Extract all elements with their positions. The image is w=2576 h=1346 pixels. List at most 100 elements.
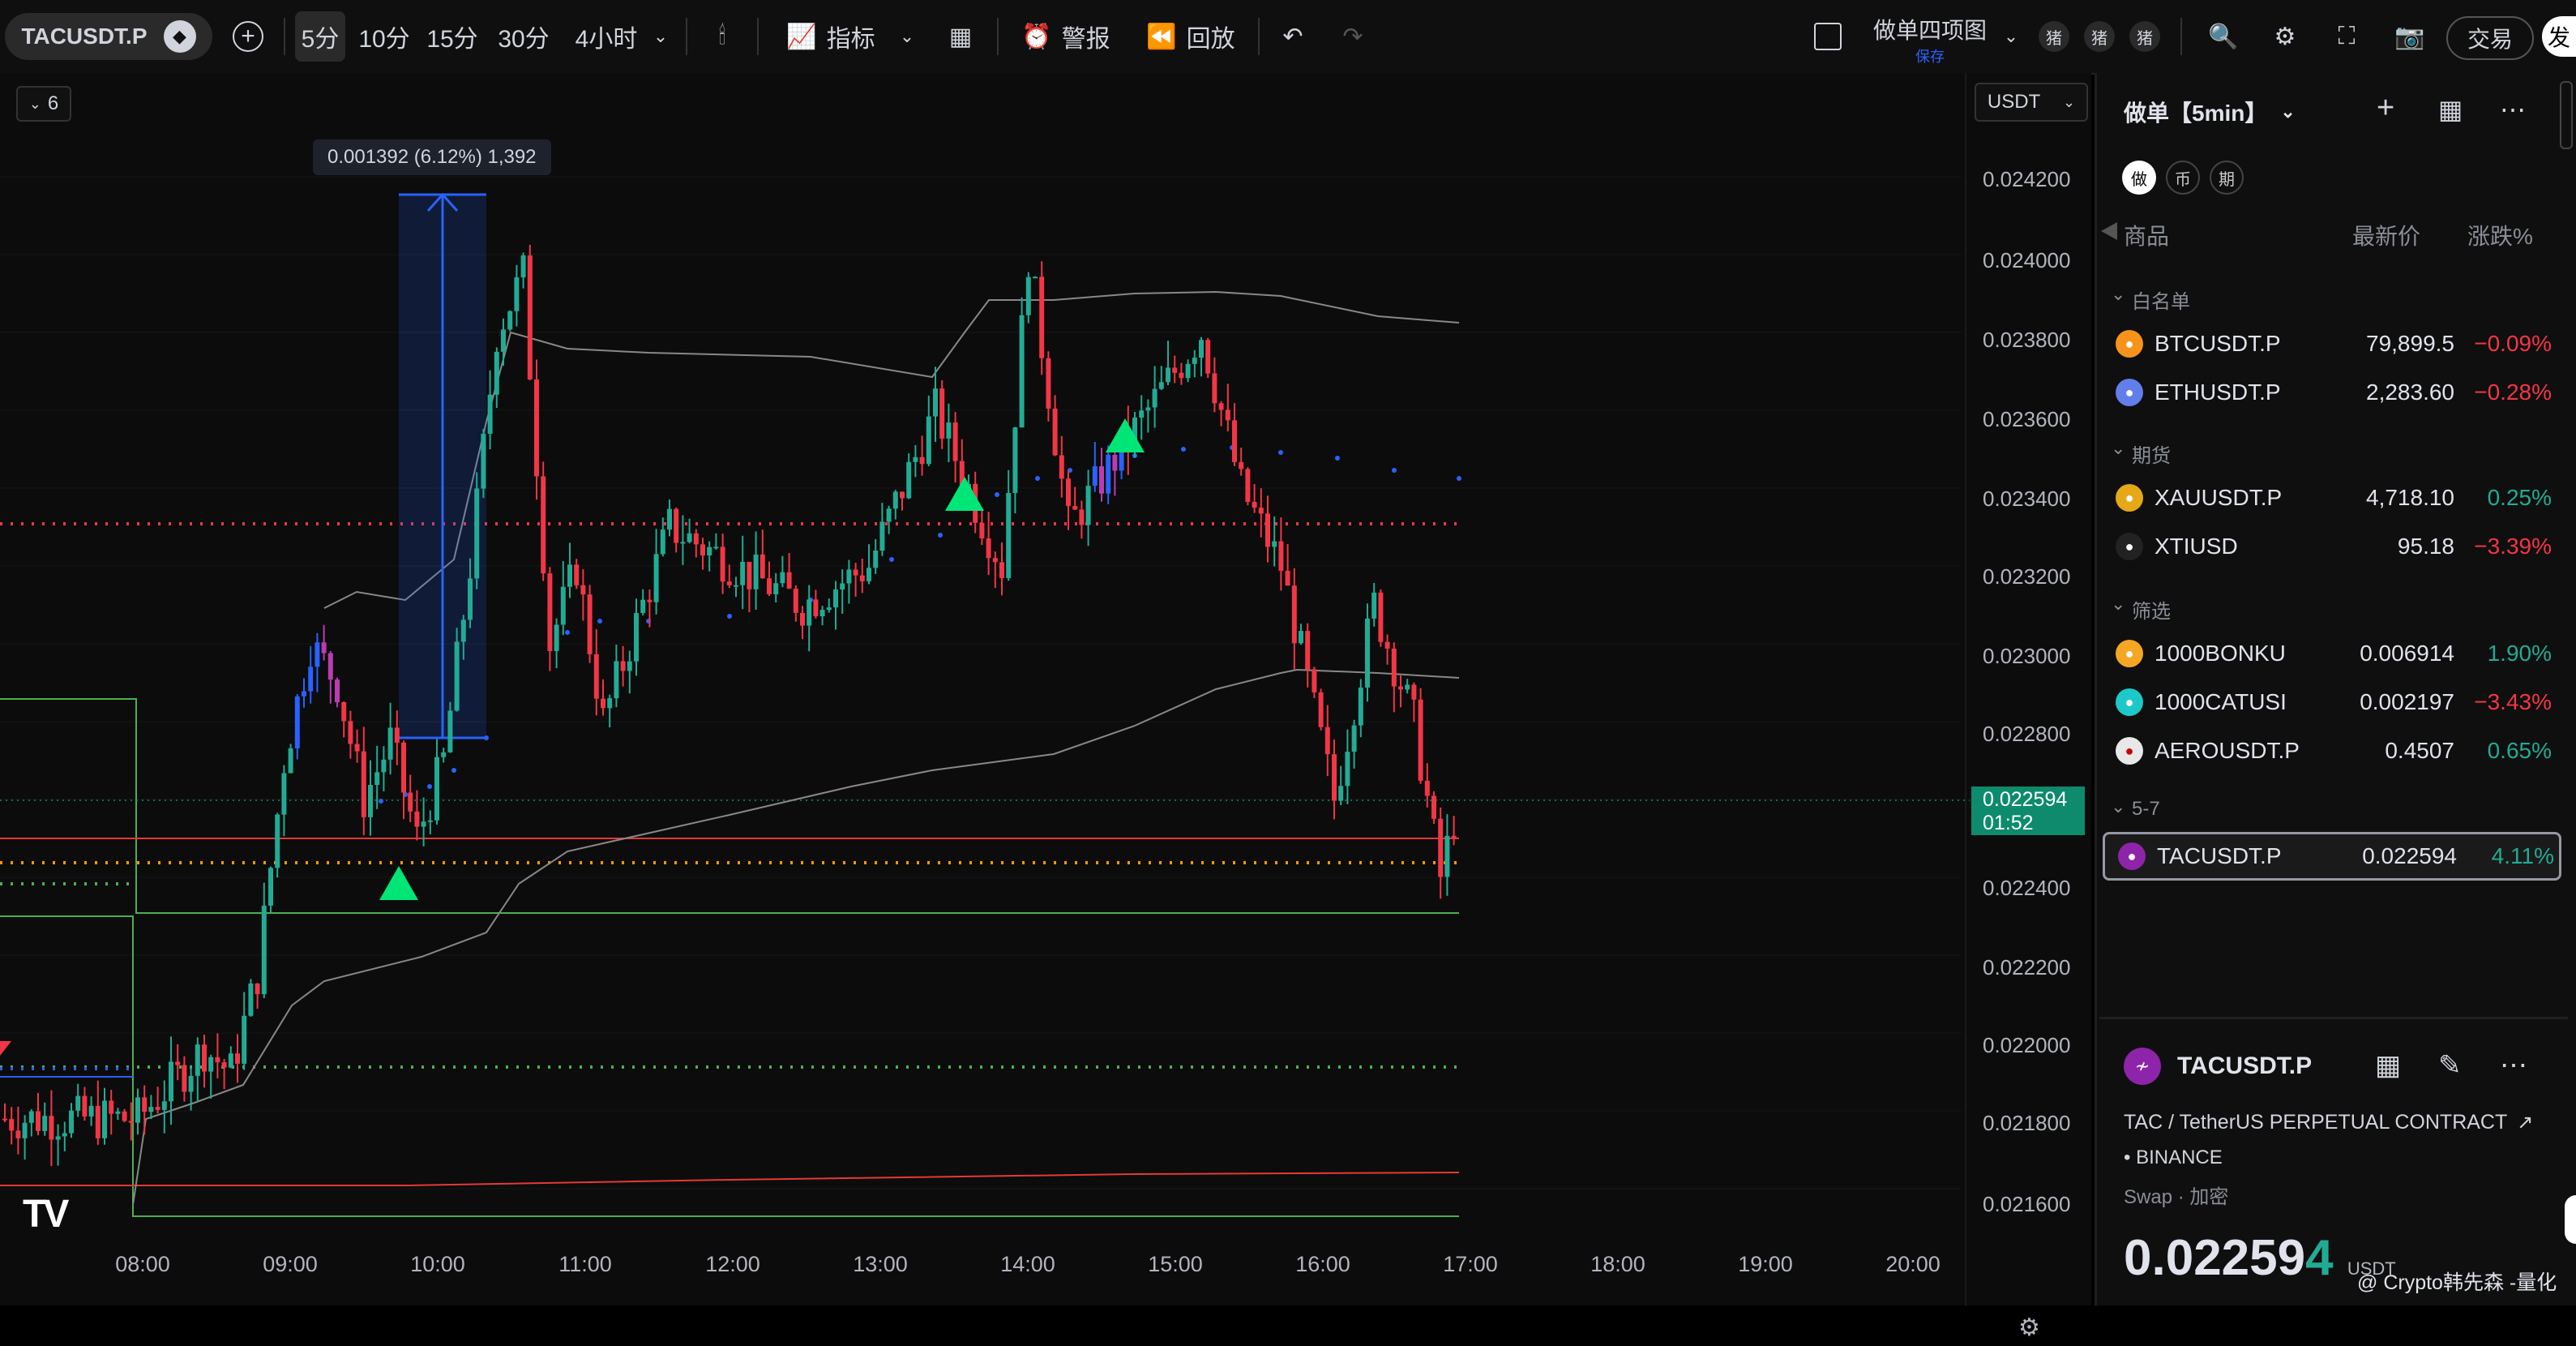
candle-body bbox=[494, 351, 499, 395]
candle-body bbox=[693, 533, 699, 545]
external-link-icon[interactable]: ↗ bbox=[2517, 1111, 2533, 1134]
interval-4h[interactable]: 4小时 bbox=[566, 0, 647, 73]
interval-10m[interactable]: 10分 bbox=[355, 0, 413, 73]
watchlist-row[interactable]: ● XTIUSD 95.18 −3.39% bbox=[2103, 522, 2561, 571]
fullscreen-button[interactable]: ⛶ bbox=[2326, 0, 2367, 73]
section-chevron-icon[interactable]: ⌄ bbox=[2111, 594, 2125, 615]
section-header[interactable]: 白名单 bbox=[2132, 285, 2190, 314]
candle-body bbox=[1312, 669, 1317, 692]
panel-divider[interactable] bbox=[2099, 1017, 2568, 1019]
interval-dropdown[interactable]: ⌄ bbox=[648, 0, 673, 73]
row-change: −0.09% bbox=[2474, 331, 2552, 356]
candle-body bbox=[1371, 592, 1377, 619]
side-handle[interactable] bbox=[2565, 1195, 2576, 1244]
publish-button[interactable]: 发 bbox=[2542, 16, 2576, 57]
alert-button[interactable]: ⏰ 警报 bbox=[1013, 0, 1119, 73]
candle-body bbox=[707, 547, 712, 556]
user-badge-3[interactable]: 猪 bbox=[2127, 0, 2163, 73]
column-header-last[interactable]: 最新价 bbox=[2352, 219, 2420, 251]
candle-body bbox=[1398, 686, 1403, 690]
column-header-change[interactable]: 涨跌% bbox=[2467, 219, 2533, 251]
section-chevron-icon[interactable]: ⌄ bbox=[2111, 284, 2125, 305]
indicators-icon: 📈 bbox=[786, 23, 817, 50]
redo-button[interactable]: ↷ bbox=[1333, 0, 1373, 73]
row-symbol: XAUUSDT.P bbox=[2155, 485, 2283, 510]
column-header-symbol[interactable]: 商品 bbox=[2124, 219, 2169, 251]
tab-zuo[interactable]: 做 bbox=[2122, 161, 2156, 195]
symbol-search-button[interactable]: TACUSDT.P ◆ bbox=[5, 13, 212, 60]
legend-toggle[interactable]: ⌄ 6 bbox=[16, 86, 71, 122]
candle-body bbox=[1158, 382, 1164, 389]
price-tick-label: 0.023800 bbox=[1983, 328, 2071, 352]
candle-body bbox=[1218, 403, 1224, 410]
section-chevron-icon[interactable]: ⌄ bbox=[2111, 438, 2125, 459]
watchlist-row[interactable]: ● TACUSDT.P 0.022594 4.11% bbox=[2103, 832, 2561, 881]
trail-dot bbox=[565, 630, 570, 635]
user-badge-2[interactable]: 猪 bbox=[2082, 0, 2117, 73]
chart-type-button[interactable]: 🕯 bbox=[702, 0, 742, 73]
price-tick-label: 0.024200 bbox=[1983, 167, 2071, 191]
panel-scrollbar[interactable] bbox=[2560, 81, 2573, 149]
candle-body bbox=[1444, 835, 1450, 877]
section-header[interactable]: 5-7 bbox=[2132, 798, 2160, 821]
indicators-dropdown[interactable]: ⌄ bbox=[895, 0, 919, 73]
price-chart[interactable] bbox=[0, 73, 2091, 1305]
indicators-button[interactable]: 📈 指标 bbox=[778, 0, 884, 73]
templates-button[interactable]: ▦ bbox=[940, 0, 981, 73]
watchlist-row[interactable]: ● AEROUSDT.P 0.4507 0.65% bbox=[2103, 727, 2561, 775]
watchlist-row[interactable]: ● ETHUSDT.P 2,283.60 −0.28% bbox=[2103, 368, 2561, 417]
add-symbol-button[interactable]: + bbox=[227, 0, 269, 73]
time-tick-label: 18:00 bbox=[1590, 1252, 1645, 1276]
watchlist-title-button[interactable]: 做单【5min】 ⌄ bbox=[2124, 96, 2296, 128]
candle-body bbox=[75, 1095, 81, 1111]
candle-body bbox=[2, 1118, 7, 1121]
tab-bi[interactable]: 币 bbox=[2166, 161, 2200, 195]
user-badge-1[interactable]: 猪 bbox=[2036, 0, 2072, 73]
layout-checkbox[interactable] bbox=[1809, 0, 1846, 73]
candle-body bbox=[128, 1121, 134, 1123]
candle-body bbox=[1072, 506, 1078, 510]
watchlist-row[interactable]: ● 1000CATUSI 0.002197 −3.43% bbox=[2103, 678, 2561, 727]
candle-body bbox=[1166, 367, 1170, 383]
watchlist-row[interactable]: ● BTCUSDT.P 79,899.5 −0.09% bbox=[2103, 319, 2561, 368]
section-header[interactable]: 期货 bbox=[2132, 439, 2171, 468]
details-symbol[interactable]: TACUSDT.P bbox=[2177, 1052, 2312, 1080]
chart-pane[interactable]: ⌄ 6 0.001392 (6.12%) 1,392 USDT ⌄ 0.0242… bbox=[0, 73, 2091, 1341]
undo-button[interactable]: ↶ bbox=[1273, 0, 1313, 73]
replay-button[interactable]: ⏪ 回放 bbox=[1138, 0, 1243, 73]
interval-5m[interactable]: 5分 bbox=[295, 11, 345, 62]
candle-body bbox=[335, 679, 340, 703]
section-chevron-icon[interactable]: ⌄ bbox=[2111, 796, 2125, 817]
settings-button[interactable]: ⚙ bbox=[2265, 0, 2305, 73]
add-symbol-watchlist-button[interactable]: + bbox=[2377, 91, 2394, 126]
watchlist-row[interactable]: ● XAUUSDT.P 4,718.10 0.25% bbox=[2103, 474, 2561, 522]
watchlist-row[interactable]: ● 1000BONKU 0.006914 1.90% bbox=[2103, 629, 2561, 678]
buy-signal-triangle bbox=[945, 477, 984, 511]
details-layout-button[interactable]: ▦ bbox=[2375, 1049, 2401, 1082]
details-edit-button[interactable]: ✎ bbox=[2438, 1049, 2462, 1082]
tab-qi[interactable]: 期 bbox=[2210, 161, 2244, 195]
details-more-button[interactable]: ⋯ bbox=[2500, 1049, 2527, 1082]
candle-body bbox=[647, 599, 653, 602]
layout-dropdown[interactable]: ⌄ bbox=[1999, 0, 2023, 73]
candle-body bbox=[734, 585, 738, 587]
screenshot-button[interactable]: 📷 bbox=[2388, 0, 2432, 73]
axis-settings-button[interactable]: ⚙ bbox=[2018, 1314, 2051, 1346]
candle-body bbox=[308, 667, 314, 692]
trade-button[interactable]: 交易 bbox=[2446, 16, 2534, 60]
chevron-down-icon: ⌄ bbox=[2063, 93, 2076, 110]
currency-select[interactable]: USDT ⌄ bbox=[1975, 83, 2088, 122]
candle-body bbox=[327, 653, 333, 680]
row-symbol: ETHUSDT.P bbox=[2155, 379, 2281, 405]
more-icon: ⋯ bbox=[2500, 95, 2526, 124]
trail-dot bbox=[1392, 468, 1397, 473]
section-header[interactable]: 筛选 bbox=[2132, 595, 2171, 624]
layout-name-button[interactable]: 做单四项图 保存 bbox=[1861, 13, 1999, 66]
layout-name: 做单四项图 bbox=[1872, 18, 1987, 43]
watchlist-more-button[interactable]: ⋯ bbox=[2500, 94, 2526, 125]
quick-search-button[interactable]: 🔍 bbox=[2203, 0, 2244, 73]
interval-30m[interactable]: 30分 bbox=[491, 0, 556, 73]
interval-15m[interactable]: 15分 bbox=[423, 0, 481, 73]
advanced-view-button[interactable]: ▦ bbox=[2438, 94, 2463, 125]
trail-dot bbox=[597, 619, 602, 624]
